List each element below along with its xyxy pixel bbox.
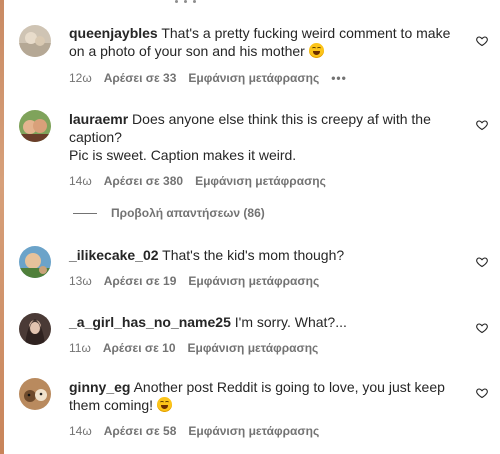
like-heart-icon[interactable] — [476, 35, 488, 47]
like-heart-icon[interactable] — [476, 256, 488, 268]
avatar[interactable] — [19, 378, 51, 410]
comment-time[interactable]: 11ω — [69, 340, 91, 356]
see-translation-button[interactable]: Εμφάνιση μετάφρασης — [188, 273, 319, 289]
truncated-previous-meta — [175, 0, 205, 3]
view-replies-label[interactable]: Προβολή απαντήσεων (86) — [111, 206, 265, 220]
see-translation-button[interactable]: Εμφάνιση μετάφρασης — [188, 340, 319, 356]
comment-likes[interactable]: Αρέσει σε 380 — [104, 173, 183, 189]
like-heart-icon[interactable] — [476, 387, 488, 399]
grinning-sweat-emoji-icon — [308, 43, 324, 58]
comment-username[interactable]: _a_girl_has_no_name25 — [69, 314, 231, 330]
comment-username[interactable]: _ilikecake_02 — [69, 247, 159, 263]
comment-time[interactable]: 14ω — [69, 173, 92, 189]
like-heart-icon[interactable] — [476, 322, 488, 334]
photo-edge — [0, 0, 4, 454]
like-heart-icon[interactable] — [476, 119, 488, 131]
replies-divider — [73, 212, 97, 214]
comment-likes[interactable]: Αρέσει σε 33 — [104, 70, 177, 86]
avatar[interactable] — [19, 246, 51, 278]
comment-username[interactable]: lauraemr — [69, 111, 128, 127]
more-options-icon[interactable]: ••• — [331, 70, 347, 86]
comment-text-line-2: Pic is sweet. Caption makes it weird. — [69, 147, 297, 163]
comment-time[interactable]: 14ω — [69, 423, 92, 439]
comment-username[interactable]: ginny_eg — [69, 379, 130, 395]
see-translation-button[interactable]: Εμφάνιση μετάφρασης — [195, 173, 326, 189]
view-replies-button[interactable]: Προβολή απαντήσεων (86) — [73, 206, 265, 220]
avatar[interactable] — [19, 110, 51, 142]
comment-text: I'm sorry. What?... — [234, 314, 347, 330]
avatar[interactable] — [19, 25, 51, 57]
comment-username[interactable]: queenjaybles — [69, 25, 158, 41]
comment-time[interactable]: 13ω — [69, 273, 92, 289]
comment-likes[interactable]: Αρέσει σε 58 — [104, 423, 177, 439]
see-translation-button[interactable]: Εμφάνιση μετάφρασης — [188, 70, 319, 86]
avatar[interactable] — [19, 313, 51, 345]
comment-time[interactable]: 12ω — [69, 70, 92, 86]
comment-likes[interactable]: Αρέσει σε 10 — [103, 340, 176, 356]
comment-likes[interactable]: Αρέσει σε 19 — [104, 273, 177, 289]
grinning-sweat-emoji-icon — [156, 397, 172, 412]
see-translation-button[interactable]: Εμφάνιση μετάφρασης — [188, 423, 319, 439]
comment-text: That's the kid's mom though? — [162, 247, 345, 263]
